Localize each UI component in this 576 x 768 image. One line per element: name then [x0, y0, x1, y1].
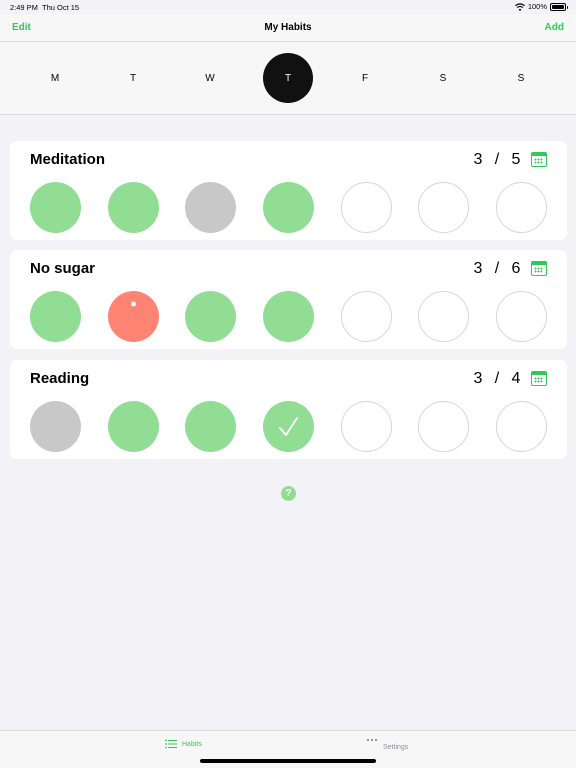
- habit-day-circles: [30, 291, 547, 342]
- tab-settings[interactable]: Settings: [366, 738, 409, 751]
- habit-card: Meditation 3 / 5: [10, 141, 567, 240]
- tab-habits[interactable]: Habits: [165, 739, 202, 749]
- day-status-done-check[interactable]: [263, 401, 314, 452]
- battery-percent: 100%: [527, 2, 547, 11]
- day-monday[interactable]: M: [30, 53, 80, 103]
- day-status-empty[interactable]: [340, 182, 392, 233]
- day-status-empty[interactable]: [496, 182, 547, 233]
- list-icon: [165, 739, 177, 749]
- day-status-empty[interactable]: [340, 401, 392, 452]
- day-status-empty[interactable]: [418, 291, 470, 342]
- habit-target-count: 4: [511, 370, 521, 387]
- checkmark-icon: [279, 417, 298, 436]
- status-date: Thu Oct 15: [42, 3, 80, 12]
- day-tuesday[interactable]: T: [108, 53, 158, 103]
- habit-count-separator: /: [494, 151, 500, 168]
- navigation-bar: Edit My Habits Add: [0, 14, 576, 42]
- week-day-selector: M T W T F S S: [0, 42, 576, 115]
- status-time: 2:49 PM: [10, 3, 38, 12]
- day-status-done[interactable]: [263, 291, 314, 342]
- day-status-empty[interactable]: [496, 291, 547, 342]
- habit-name: No sugar: [30, 260, 96, 277]
- add-button[interactable]: Add: [545, 22, 564, 33]
- day-status-done[interactable]: [30, 182, 81, 233]
- dot-icon: [130, 301, 136, 307]
- status-indicators: 100%: [514, 2, 568, 11]
- habit-count-separator: /: [494, 260, 500, 277]
- battery-icon: [550, 2, 568, 11]
- day-status-done[interactable]: [30, 291, 81, 342]
- calendar-icon[interactable]: [531, 371, 547, 386]
- day-status-fail[interactable]: [107, 291, 159, 342]
- calendar-icon[interactable]: [531, 152, 547, 167]
- day-saturday[interactable]: S: [418, 53, 468, 103]
- more-icon: [366, 738, 378, 742]
- habit-name: Meditation: [30, 151, 105, 168]
- day-wednesday[interactable]: W: [185, 53, 235, 103]
- help-button[interactable]: ?: [281, 486, 296, 501]
- day-status-done[interactable]: [263, 182, 314, 233]
- day-status-done[interactable]: [107, 182, 159, 233]
- day-status-empty[interactable]: [496, 401, 547, 452]
- habit-done-count: 3: [473, 151, 483, 168]
- day-status-done[interactable]: [185, 291, 237, 342]
- habit-progress: 3 / 5: [471, 151, 523, 169]
- day-status-empty[interactable]: [418, 182, 470, 233]
- day-status-empty[interactable]: [340, 291, 392, 342]
- day-sunday[interactable]: S: [496, 53, 546, 103]
- habit-progress: 3 / 4: [471, 370, 523, 388]
- page-title: My Habits: [264, 22, 312, 33]
- calendar-icon[interactable]: [531, 261, 547, 276]
- habit-card: No sugar 3 / 6: [10, 250, 567, 349]
- habit-name: Reading: [30, 370, 90, 387]
- day-status-done[interactable]: [107, 401, 159, 452]
- habit-done-count: 3: [473, 260, 483, 277]
- day-status-skip[interactable]: [185, 182, 237, 233]
- habit-done-count: 3: [473, 370, 483, 387]
- home-indicator: [200, 759, 376, 763]
- habit-target-count: 5: [511, 151, 521, 168]
- tab-settings-label: Settings: [383, 743, 409, 751]
- status-bar: 2:49 PM Thu Oct 15 100%: [0, 0, 576, 14]
- habit-card: Reading 3 / 4: [10, 360, 567, 459]
- day-status-empty[interactable]: [418, 401, 470, 452]
- habit-progress: 3 / 6: [471, 260, 523, 278]
- wifi-icon: [514, 2, 525, 11]
- habit-day-circles: [30, 182, 547, 233]
- habit-day-circles: [30, 401, 547, 452]
- day-thursday-selected[interactable]: T: [263, 53, 313, 103]
- habit-count-separator: /: [494, 370, 500, 387]
- day-status-skip[interactable]: [30, 401, 81, 452]
- habit-target-count: 6: [511, 260, 521, 277]
- tab-habits-label: Habits: [182, 740, 202, 748]
- day-status-done[interactable]: [185, 401, 237, 452]
- day-friday[interactable]: F: [340, 53, 390, 103]
